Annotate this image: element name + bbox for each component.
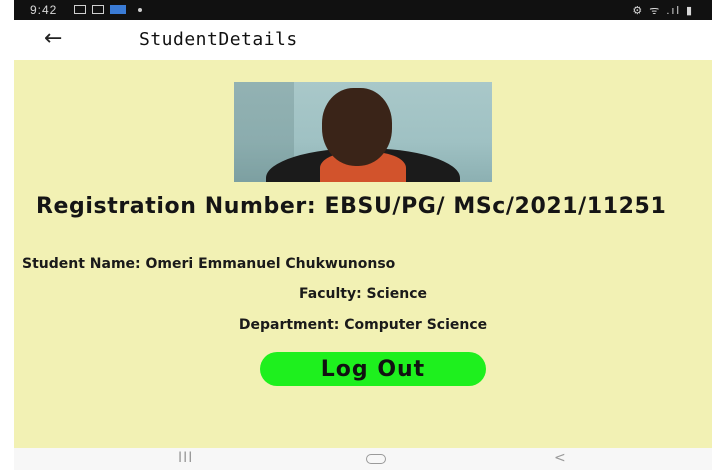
student-name: Student Name: Omeri Emmanuel Chukwunonso <box>22 256 396 272</box>
system-back-button[interactable]: < <box>554 450 566 466</box>
logout-button[interactable]: Log Out <box>260 352 486 386</box>
status-bar: 9:42 ⚙ ᯤ .ıl ▮ <box>14 0 712 20</box>
department: Department: Computer Science <box>238 317 488 333</box>
student-photo <box>234 82 492 182</box>
back-arrow-icon[interactable]: ← <box>44 26 62 51</box>
more-notifications-icon <box>138 8 142 12</box>
recents-button[interactable]: III <box>178 450 193 466</box>
student-details-panel: Registration Number: EBSU/PG/ MSc/2021/1… <box>14 60 712 448</box>
faculty: Faculty: Science <box>299 286 427 302</box>
status-time: 9:42 <box>30 3 58 17</box>
photo-head <box>322 88 392 166</box>
registration-number: Registration Number: EBSU/PG/ MSc/2021/1… <box>36 194 667 219</box>
page-title: StudentDetails <box>139 29 298 50</box>
app-notification-icon <box>110 5 126 14</box>
gallery-icon <box>74 5 86 14</box>
app-bar: ← StudentDetails <box>14 20 712 60</box>
system-nav-bar: III < <box>14 448 712 470</box>
message-icon <box>92 5 104 14</box>
status-right-icons: ⚙ ᯤ .ıl ▮ <box>632 5 694 17</box>
home-button[interactable] <box>366 454 386 464</box>
